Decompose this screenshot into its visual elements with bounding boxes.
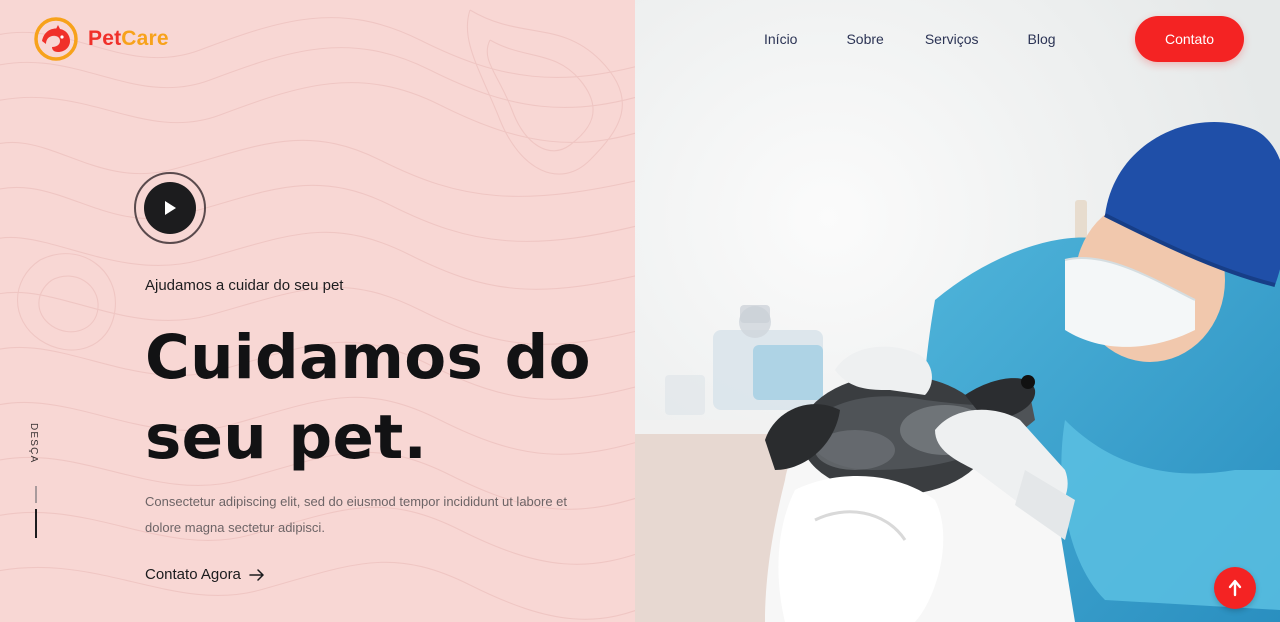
brand-name-care: Care [121,27,169,50]
brand-name: PetCare [88,27,169,51]
contact-now-label: Contato Agora [145,566,241,583]
arrow-right-icon [249,568,264,581]
play-video-button[interactable] [134,172,206,244]
hero-description: Consectetur adipiscing elit, sed do eius… [145,494,568,535]
play-button-inner [144,182,196,234]
contact-button[interactable]: Contato [1135,16,1244,62]
scroll-line-dark [35,509,37,538]
nav-item-blog[interactable]: Blog [1028,31,1056,47]
arrow-up-icon [1228,579,1242,597]
hero-image-vet-with-dog [635,0,1280,622]
nav-item-sobre[interactable]: Sobre [846,31,883,47]
play-icon [165,201,176,215]
brand-name-pet: Pet [88,27,122,50]
hero-subtitle: Ajudamos a cuidar do seu pet [145,277,344,294]
nav-item-inicio[interactable]: Início [764,31,797,47]
main-nav: Início Sobre Serviços Blog [764,31,1056,47]
vet-scene-illustration [635,0,1280,622]
contact-now-link[interactable]: Contato Agora [145,566,265,583]
scroll-line-light [35,486,37,503]
petcare-logo[interactable]: PetCare [34,17,169,61]
nav-item-servicos[interactable]: Serviços [925,31,979,47]
back-to-top-button[interactable] [1214,567,1256,609]
hero-headline: Cuidamos do seu pet. [145,322,591,473]
pet-logo-icon [34,17,78,61]
scroll-down-label[interactable]: DESÇA [28,423,39,463]
